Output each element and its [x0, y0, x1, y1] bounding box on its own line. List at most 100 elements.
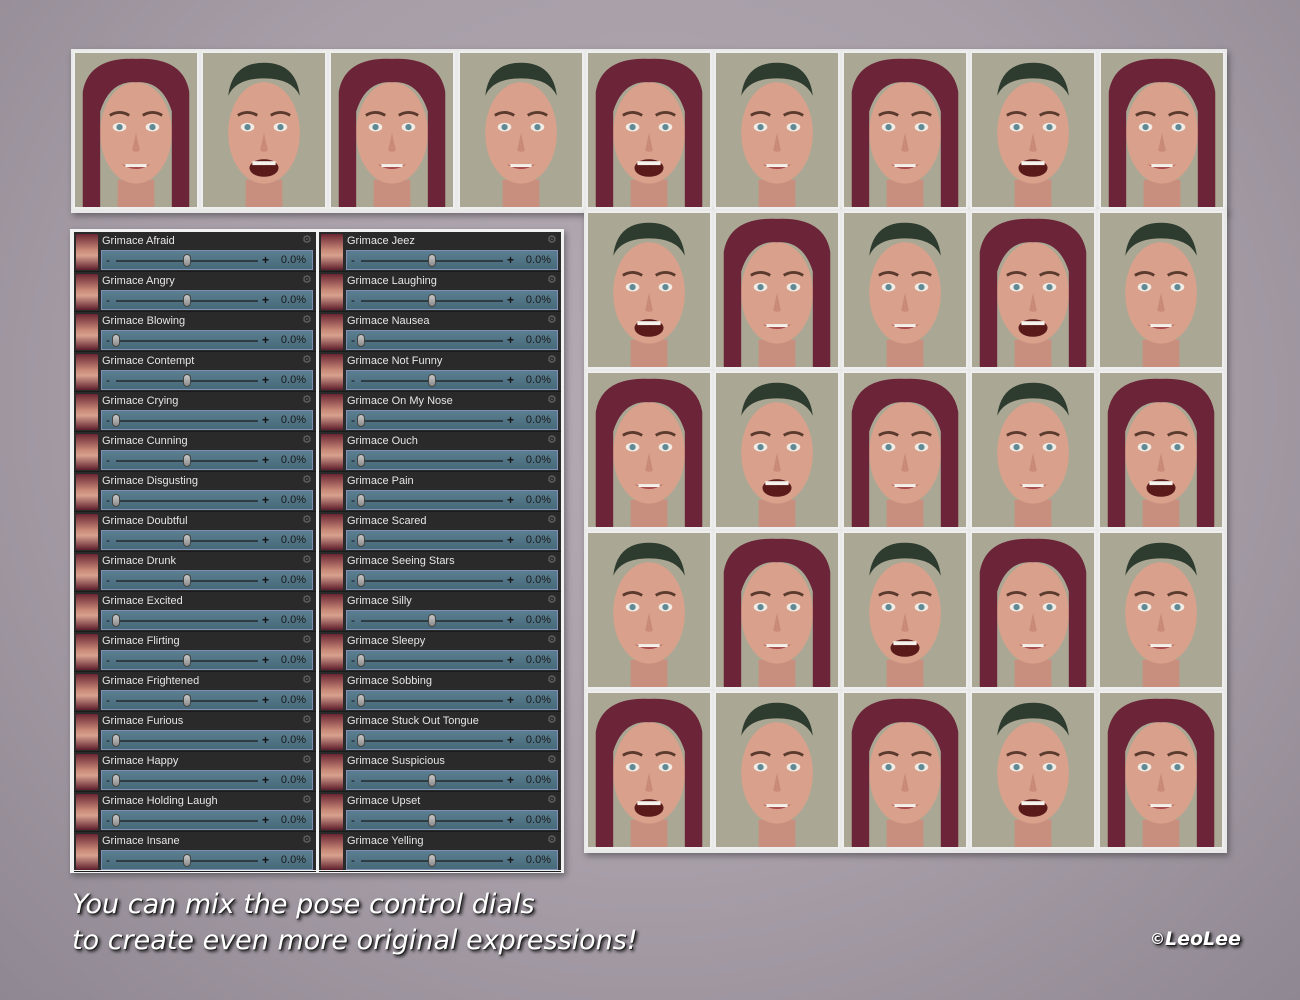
increment-button[interactable]: +	[262, 813, 269, 827]
increment-button[interactable]: +	[262, 733, 269, 747]
dial-value[interactable]: 0.0%	[526, 374, 551, 386]
increment-button[interactable]: +	[262, 773, 269, 787]
dial-row[interactable]: Grimace Insane ⚙ - +0.0%	[74, 832, 316, 872]
increment-button[interactable]: +	[507, 573, 514, 587]
gear-icon[interactable]: ⚙	[547, 395, 558, 406]
dial-slider[interactable]: - +0.0%	[346, 690, 558, 710]
decrement-button[interactable]: -	[106, 693, 110, 707]
gear-icon[interactable]: ⚙	[302, 515, 313, 526]
increment-button[interactable]: +	[262, 373, 269, 387]
decrement-button[interactable]: -	[106, 453, 110, 467]
decrement-button[interactable]: -	[106, 653, 110, 667]
dial-slider[interactable]: - +0.0%	[346, 530, 558, 550]
decrement-button[interactable]: -	[106, 733, 110, 747]
dial-value[interactable]: 0.0%	[526, 254, 551, 266]
slider-knob[interactable]	[357, 494, 365, 507]
gear-icon[interactable]: ⚙	[547, 635, 558, 646]
dial-slider[interactable]: - +0.0%	[346, 250, 558, 270]
gear-icon[interactable]: ⚙	[547, 755, 558, 766]
increment-button[interactable]: +	[507, 333, 514, 347]
dial-row[interactable]: Grimace Suspicious ⚙ - +0.0%	[319, 752, 561, 792]
increment-button[interactable]: +	[507, 653, 514, 667]
decrement-button[interactable]: -	[106, 533, 110, 547]
gear-icon[interactable]: ⚙	[302, 275, 313, 286]
decrement-button[interactable]: -	[106, 333, 110, 347]
dial-row[interactable]: Grimace Frightened ⚙ - +0.0%	[74, 672, 316, 712]
gear-icon[interactable]: ⚙	[547, 275, 558, 286]
dial-slider[interactable]: - +0.0%	[346, 850, 558, 870]
gear-icon[interactable]: ⚙	[302, 555, 313, 566]
dial-row[interactable]: Grimace Flirting ⚙ - +0.0%	[74, 632, 316, 672]
dial-slider[interactable]: - +0.0%	[346, 330, 558, 350]
slider-knob[interactable]	[183, 294, 191, 307]
decrement-button[interactable]: -	[106, 813, 110, 827]
decrement-button[interactable]: -	[351, 293, 355, 307]
decrement-button[interactable]: -	[351, 613, 355, 627]
increment-button[interactable]: +	[507, 293, 514, 307]
dial-row[interactable]: Grimace Upset ⚙ - +0.0%	[319, 792, 561, 832]
slider-knob[interactable]	[357, 414, 365, 427]
gear-icon[interactable]: ⚙	[547, 795, 558, 806]
dial-value[interactable]: 0.0%	[526, 654, 551, 666]
dial-slider[interactable]: - +0.0%	[346, 770, 558, 790]
decrement-button[interactable]: -	[351, 693, 355, 707]
dial-value[interactable]: 0.0%	[526, 614, 551, 626]
increment-button[interactable]: +	[507, 693, 514, 707]
dial-slider[interactable]: - +0.0%	[101, 450, 313, 470]
increment-button[interactable]: +	[262, 493, 269, 507]
slider-knob[interactable]	[428, 374, 436, 387]
slider-knob[interactable]	[357, 534, 365, 547]
dial-value[interactable]: 0.0%	[281, 494, 306, 506]
slider-knob[interactable]	[428, 854, 436, 867]
increment-button[interactable]: +	[507, 613, 514, 627]
gear-icon[interactable]: ⚙	[302, 675, 313, 686]
slider-knob[interactable]	[428, 774, 436, 787]
increment-button[interactable]: +	[507, 733, 514, 747]
dial-value[interactable]: 0.0%	[526, 334, 551, 346]
gear-icon[interactable]: ⚙	[302, 355, 313, 366]
slider-knob[interactable]	[112, 614, 120, 627]
gear-icon[interactable]: ⚙	[547, 835, 558, 846]
dial-row[interactable]: Grimace Sleepy ⚙ - +0.0%	[319, 632, 561, 672]
dial-slider[interactable]: - +0.0%	[101, 290, 313, 310]
gear-icon[interactable]: ⚙	[302, 755, 313, 766]
slider-knob[interactable]	[112, 494, 120, 507]
gear-icon[interactable]: ⚙	[302, 715, 313, 726]
dial-value[interactable]: 0.0%	[281, 654, 306, 666]
dial-row[interactable]: Grimace Jeez ⚙ - +0.0%	[319, 232, 561, 272]
decrement-button[interactable]: -	[351, 373, 355, 387]
decrement-button[interactable]: -	[106, 413, 110, 427]
dial-slider[interactable]: - +0.0%	[346, 370, 558, 390]
decrement-button[interactable]: -	[106, 613, 110, 627]
dial-slider[interactable]: - +0.0%	[101, 770, 313, 790]
dial-row[interactable]: Grimace Excited ⚙ - +0.0%	[74, 592, 316, 632]
gear-icon[interactable]: ⚙	[302, 835, 313, 846]
gear-icon[interactable]: ⚙	[302, 635, 313, 646]
increment-button[interactable]: +	[507, 493, 514, 507]
dial-value[interactable]: 0.0%	[526, 814, 551, 826]
dial-value[interactable]: 0.0%	[526, 854, 551, 866]
gear-icon[interactable]: ⚙	[547, 555, 558, 566]
gear-icon[interactable]: ⚙	[302, 235, 313, 246]
dial-slider[interactable]: - +0.0%	[101, 690, 313, 710]
dial-row[interactable]: Grimace Crying ⚙ - +0.0%	[74, 392, 316, 432]
decrement-button[interactable]: -	[351, 253, 355, 267]
dial-row[interactable]: Grimace Drunk ⚙ - +0.0%	[74, 552, 316, 592]
increment-button[interactable]: +	[262, 853, 269, 867]
decrement-button[interactable]: -	[351, 773, 355, 787]
increment-button[interactable]: +	[507, 773, 514, 787]
slider-knob[interactable]	[183, 694, 191, 707]
slider-knob[interactable]	[428, 254, 436, 267]
decrement-button[interactable]: -	[351, 493, 355, 507]
dial-value[interactable]: 0.0%	[526, 414, 551, 426]
dial-value[interactable]: 0.0%	[526, 454, 551, 466]
slider-knob[interactable]	[183, 654, 191, 667]
increment-button[interactable]: +	[262, 653, 269, 667]
dial-slider[interactable]: - +0.0%	[346, 490, 558, 510]
increment-button[interactable]: +	[507, 813, 514, 827]
gear-icon[interactable]: ⚙	[547, 475, 558, 486]
dial-row[interactable]: Grimace Scared ⚙ - +0.0%	[319, 512, 561, 552]
gear-icon[interactable]: ⚙	[547, 515, 558, 526]
dial-slider[interactable]: - +0.0%	[101, 850, 313, 870]
dial-value[interactable]: 0.0%	[281, 734, 306, 746]
